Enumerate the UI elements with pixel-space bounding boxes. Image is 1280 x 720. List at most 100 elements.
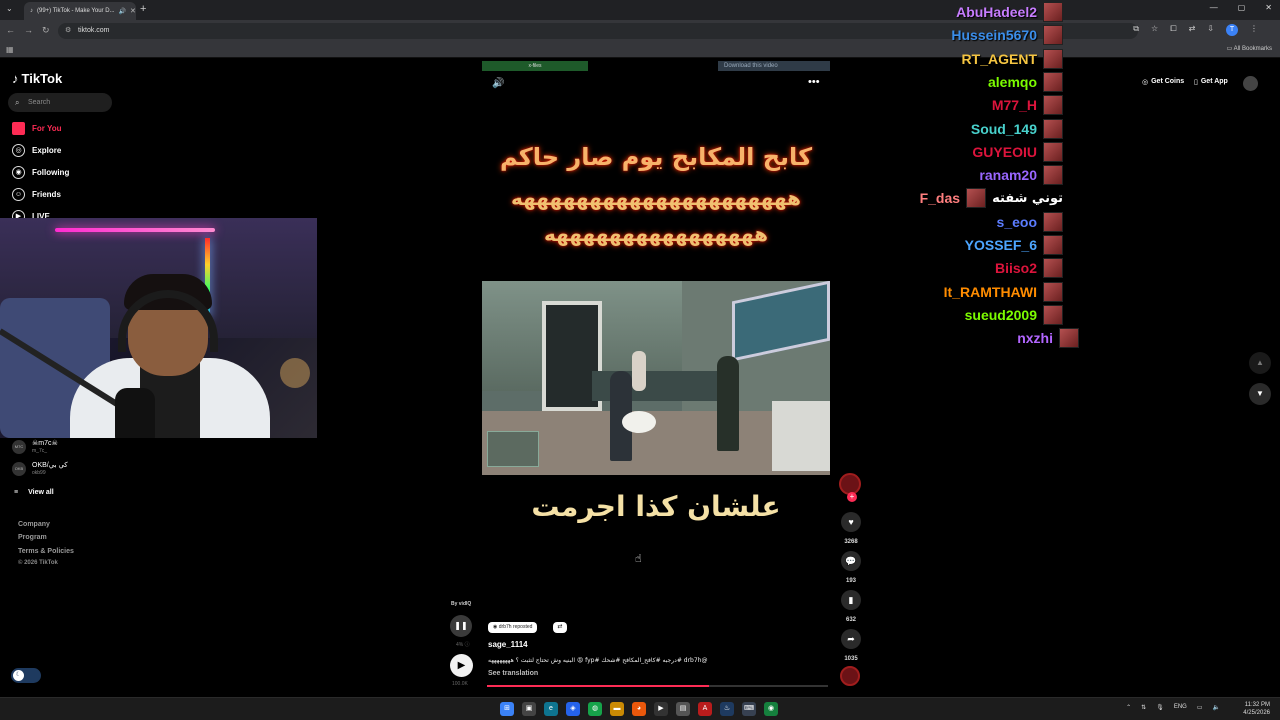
user-avatar[interactable] bbox=[1243, 76, 1258, 91]
chat-username: sueud2009 bbox=[964, 306, 1037, 323]
theme-toggle[interactable]: ☾ bbox=[11, 668, 41, 683]
follow-plus-icon[interactable]: + bbox=[847, 492, 857, 502]
network-tray-icon[interactable]: ⇅ bbox=[1141, 704, 1146, 711]
sidebar-item-for-you[interactable]: ⌂ For You bbox=[12, 121, 61, 135]
forward-button[interactable]: → bbox=[24, 25, 33, 35]
progress-fill bbox=[487, 685, 709, 687]
extensions-icon[interactable]: ⧠ bbox=[1170, 24, 1176, 36]
extension-bar[interactable]: x-files bbox=[482, 61, 588, 71]
see-translation-link[interactable]: See translation bbox=[488, 670, 538, 677]
microphone-tray-icon[interactable]: 🎙 bbox=[1156, 704, 1164, 711]
edge-icon[interactable]: e bbox=[544, 702, 558, 716]
terminal-icon[interactable]: ⌨ bbox=[742, 702, 756, 716]
chat-username: nxzhi bbox=[1017, 330, 1053, 347]
minimize-button[interactable]: — bbox=[1210, 3, 1218, 12]
save-button[interactable]: ▮ 632 bbox=[841, 590, 861, 623]
notepad-icon[interactable]: ▤ bbox=[676, 702, 690, 716]
following-account-item[interactable]: OKB OKB/كي بي okb99 bbox=[12, 462, 68, 476]
language-indicator[interactable]: ENG bbox=[1174, 704, 1187, 711]
search-placeholder: Search bbox=[28, 99, 51, 106]
by-line: By vidIQ bbox=[451, 601, 472, 607]
downloads-icon[interactable]: ⇩ bbox=[1207, 24, 1214, 36]
music-disc-icon[interactable] bbox=[840, 666, 860, 686]
tiktok-logo[interactable]: ♪ TikTok bbox=[12, 71, 62, 86]
volume-icon[interactable]: 🔊 bbox=[492, 78, 504, 89]
footer-link-terms[interactable]: Terms & Policies bbox=[18, 548, 74, 555]
creator-avatar[interactable]: + bbox=[839, 473, 861, 502]
sidebar-item-following[interactable]: ◉ Following bbox=[12, 165, 69, 179]
download-video-button[interactable]: Download this video bbox=[718, 61, 830, 71]
footer-link-program[interactable]: Program bbox=[18, 534, 47, 541]
tiktok-note-icon: ♪ bbox=[12, 71, 19, 86]
profile-avatar[interactable]: T bbox=[1226, 24, 1238, 36]
share-icon: ➦ bbox=[841, 629, 861, 649]
following-icon: ◉ bbox=[12, 165, 25, 179]
pause-button[interactable]: ❚❚ bbox=[450, 615, 472, 637]
sidebar-item-friends[interactable]: ☺ Friends bbox=[12, 187, 61, 201]
start-menu-icon[interactable]: ⊞ bbox=[500, 702, 514, 716]
tray-expand-icon[interactable]: ⌃ bbox=[1126, 704, 1131, 711]
sidebar-item-label: Friends bbox=[32, 189, 61, 199]
following-account-item[interactable]: M7C ☠m7c☠ m_7c_ bbox=[12, 440, 58, 454]
copyright-text: © 2026 TikTok bbox=[18, 560, 58, 566]
like-button[interactable]: ♥ 3268 bbox=[841, 512, 861, 545]
mute-tab-icon[interactable]: 🔊 bbox=[119, 8, 126, 15]
task-view-icon[interactable]: ▣ bbox=[522, 702, 536, 716]
browser-menu-icon[interactable]: ⋮ bbox=[1250, 24, 1258, 36]
more-options-icon[interactable]: ••• bbox=[808, 76, 820, 88]
footer-link-company[interactable]: Company bbox=[18, 521, 50, 528]
steam-icon[interactable]: ♨ bbox=[720, 702, 734, 716]
apps-grid-icon[interactable]: ▦ bbox=[6, 45, 14, 54]
meta-info: 4% ⓘ bbox=[456, 642, 470, 648]
maximize-button[interactable]: ▢ bbox=[1238, 3, 1246, 12]
chat-avatar bbox=[1043, 235, 1063, 255]
sidebar-item-explore[interactable]: ◎ Explore bbox=[12, 143, 61, 157]
url-text: tiktok.com bbox=[78, 27, 110, 34]
store-icon[interactable]: ◈ bbox=[566, 702, 580, 716]
close-window-button[interactable]: ✕ bbox=[1265, 3, 1272, 12]
video-progress-bar[interactable] bbox=[487, 685, 828, 687]
chevron-up-icon: ▲ bbox=[1256, 358, 1264, 367]
firefox-icon[interactable]: ◕ bbox=[632, 702, 646, 716]
system-clock[interactable]: 11:32 PM 4/25/2026 bbox=[1243, 701, 1270, 717]
repost-icon[interactable]: ⇄ bbox=[553, 622, 567, 633]
chat-message: sueud2009 bbox=[965, 304, 1063, 326]
previous-video-button[interactable]: ▲ bbox=[1249, 352, 1271, 374]
play-button[interactable]: ▶ bbox=[450, 654, 473, 677]
all-bookmarks-button[interactable]: ▭ All Bookmarks bbox=[1227, 45, 1272, 52]
author-username[interactable]: sage_1114 bbox=[488, 640, 528, 649]
translate-icon[interactable]: ⇄ bbox=[1189, 24, 1196, 36]
display-icon[interactable]: ▭ bbox=[1197, 704, 1203, 711]
comment-button[interactable]: 💬 193 bbox=[841, 551, 861, 584]
media-icon[interactable]: ▶ bbox=[654, 702, 668, 716]
get-coins-button[interactable]: ◎ Get Coins bbox=[1142, 78, 1184, 86]
tab-search-icon[interactable]: ⌄ bbox=[6, 4, 13, 13]
chat-message: Biiso2 bbox=[995, 257, 1063, 279]
close-tab-icon[interactable]: ✕ bbox=[130, 7, 136, 15]
avatar: M7C bbox=[12, 440, 26, 454]
video-footage[interactable] bbox=[482, 281, 830, 475]
reposted-badge[interactable]: ◉ drb7h reposted bbox=[488, 622, 538, 633]
view-all-button[interactable]: ≡ View all bbox=[14, 489, 54, 496]
search-input[interactable]: ⌕ Search bbox=[8, 93, 112, 112]
reload-button[interactable]: ↻ bbox=[42, 25, 50, 36]
chat-avatar bbox=[1043, 258, 1063, 279]
adobe-icon[interactable]: A bbox=[698, 702, 712, 716]
share-button[interactable]: ➦ 1035 bbox=[841, 629, 861, 662]
address-bar: ← → ↻ ⚙ tiktok.com ⧉ ☆ ⧠ ⇄ ⇩ T ⋮ bbox=[0, 20, 1280, 42]
site-info-icon[interactable]: ⚙ bbox=[65, 23, 71, 39]
new-tab-button[interactable]: + bbox=[140, 3, 146, 15]
chat-message: alemqo bbox=[988, 71, 1063, 93]
next-video-button[interactable]: ▼ bbox=[1249, 383, 1271, 405]
file-explorer-icon[interactable]: ▬ bbox=[610, 702, 624, 716]
browser-tab-tiktok[interactable]: ♪ (99+) TikTok - Make Your D... 🔊 ✕ bbox=[24, 2, 136, 20]
obs-icon[interactable]: ◉ bbox=[764, 702, 778, 716]
get-app-button[interactable]: ▯ Get App bbox=[1194, 78, 1228, 86]
back-button[interactable]: ← bbox=[6, 25, 15, 35]
install-app-icon[interactable]: ⧉ bbox=[1133, 24, 1139, 36]
volume-tray-icon[interactable]: 🔈 bbox=[1213, 704, 1220, 711]
bookmark-star-icon[interactable]: ☆ bbox=[1151, 24, 1158, 36]
chrome-icon[interactable]: ◍ bbox=[588, 702, 602, 716]
bookmark-icon: ▮ bbox=[841, 590, 861, 610]
window-controls: — ▢ ✕ bbox=[1210, 3, 1272, 12]
